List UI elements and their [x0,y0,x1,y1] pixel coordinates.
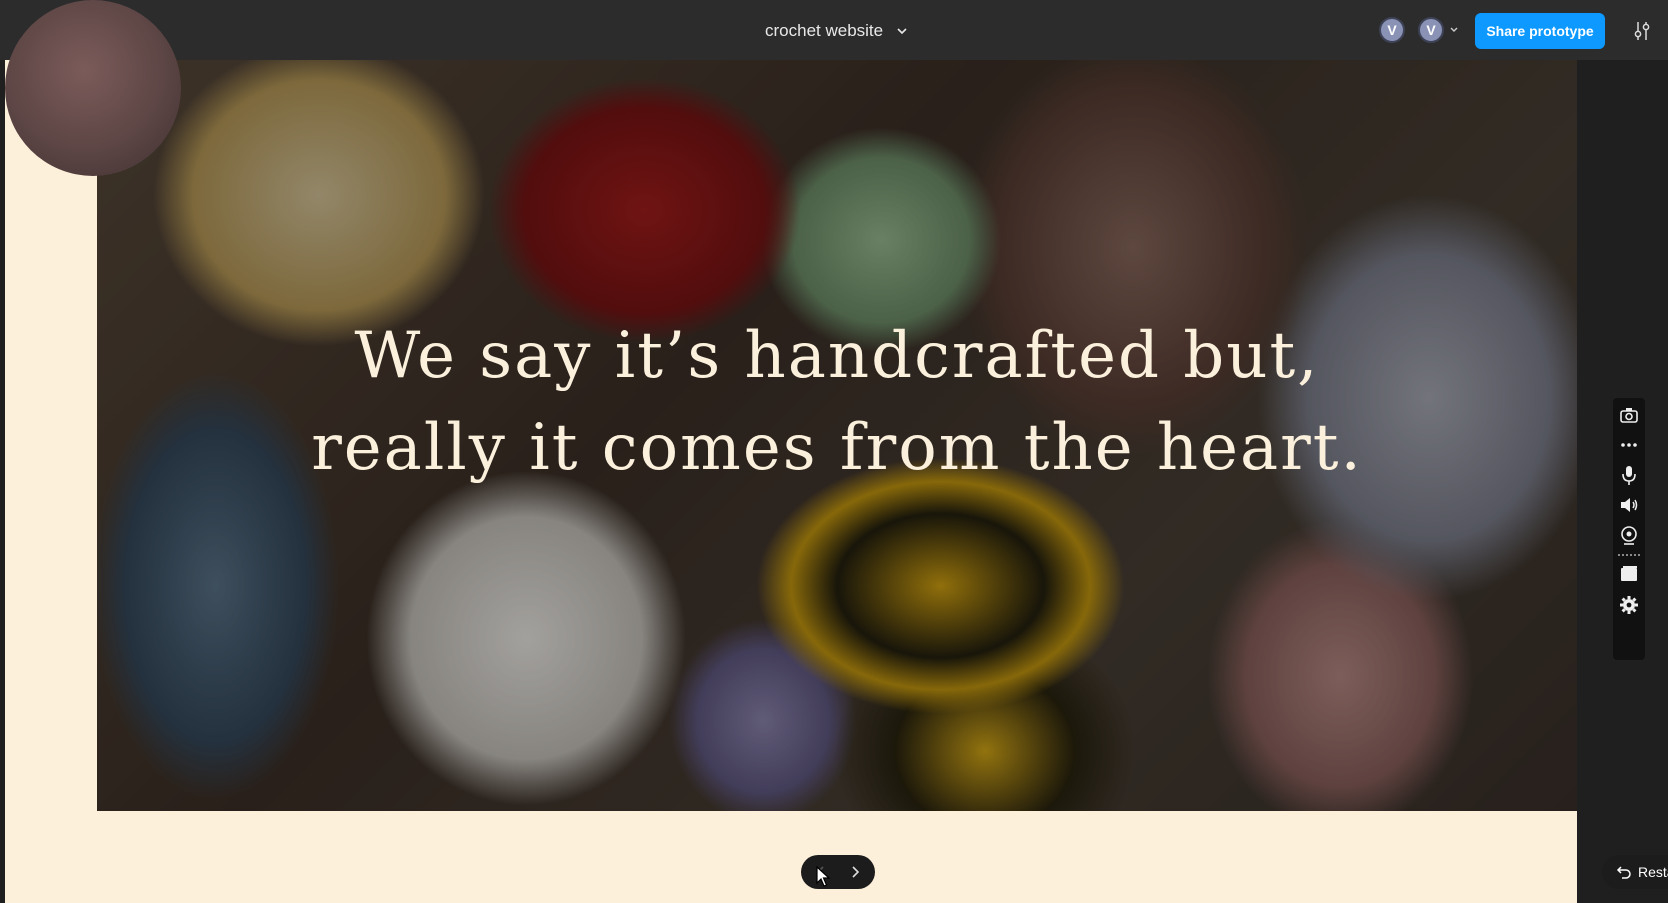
webcam-bubble [5,0,181,176]
file-title-dropdown[interactable]: crochet website [765,18,909,44]
restart-label: Resta [1638,864,1668,880]
speaker-icon[interactable] [1618,494,1640,516]
chevron-right-icon [852,866,860,878]
share-prototype-button[interactable]: Share prototype [1475,13,1605,49]
avatar[interactable]: V [1379,17,1405,43]
restart-icon [1616,866,1631,879]
webcam-icon[interactable] [1618,524,1640,546]
chevron-down-icon [897,28,907,35]
file-title: crochet website [765,21,884,40]
restart-button[interactable]: Resta [1602,855,1668,889]
top-toolbar: crochet website V V Share prototype [0,0,1668,60]
recording-toolbar [1613,398,1645,660]
screen-icon[interactable] [1618,564,1640,586]
camera-icon[interactable] [1618,404,1640,426]
divider [1618,554,1640,556]
gear-icon[interactable] [1618,594,1640,616]
page-navigation [801,855,875,889]
microphone-icon[interactable] [1618,464,1640,486]
next-page-button[interactable] [845,862,865,882]
hero-headline: We say it’s handcrafted but, really it c… [97,310,1577,494]
more-icon[interactable] [1618,434,1640,456]
mouse-pointer-icon [816,866,831,887]
chevron-down-icon[interactable] [1449,25,1459,35]
avatar[interactable]: V [1418,17,1444,43]
settings-sliders-icon[interactable] [1632,20,1652,42]
hero-line-2: really it comes from the heart. [311,411,1363,485]
hero-image: We say it’s handcrafted but, really it c… [97,60,1577,811]
hero-line-1: We say it’s handcrafted but, [354,319,1320,393]
